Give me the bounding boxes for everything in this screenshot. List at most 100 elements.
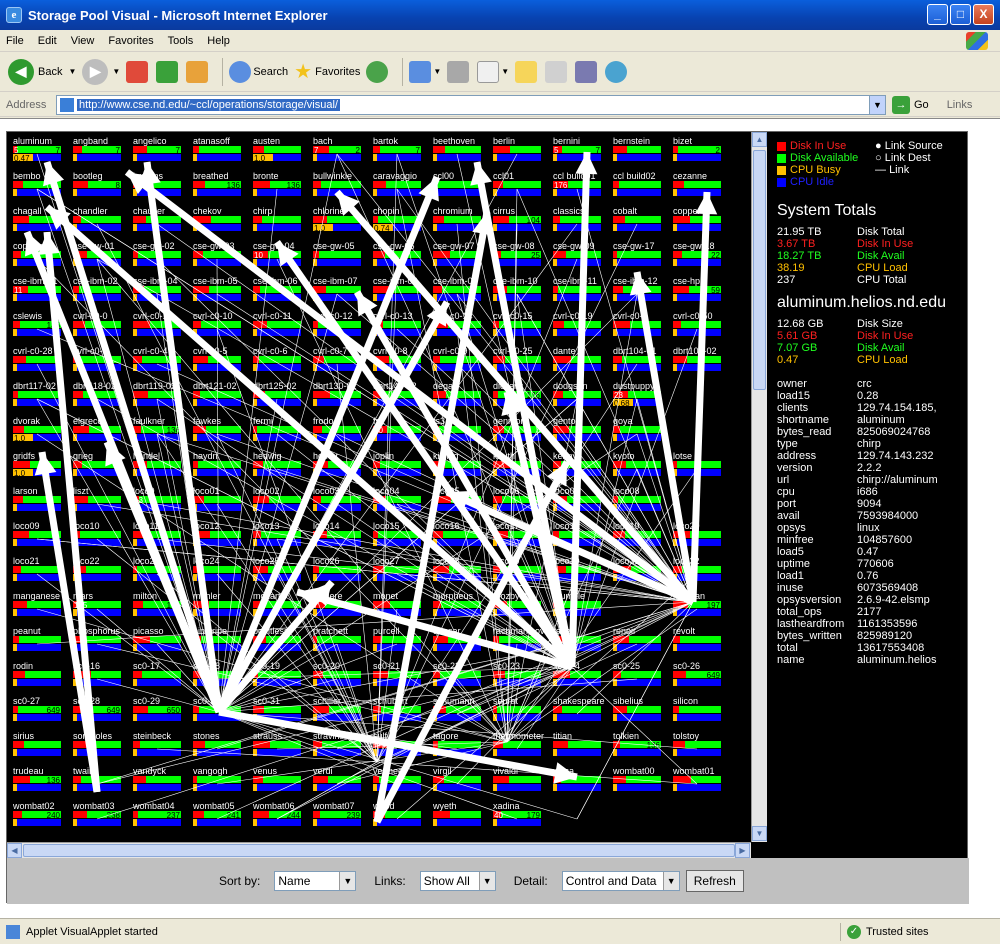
- storage-node[interactable]: sc0-27 649: [13, 696, 61, 721]
- storage-node[interactable]: wombat04237: [132, 801, 181, 826]
- menu-view[interactable]: View: [71, 35, 95, 47]
- print-button[interactable]: [447, 60, 471, 83]
- storage-node[interactable]: venus: [253, 766, 301, 791]
- refresh-button[interactable]: [156, 60, 180, 83]
- storage-node[interactable]: silicon: [673, 696, 721, 721]
- storage-node[interactable]: hedwig: [253, 451, 301, 476]
- close-button[interactable]: X: [973, 4, 994, 25]
- storage-node[interactable]: wombat05241: [192, 801, 241, 826]
- storage-node[interactable]: chandler: [73, 206, 121, 231]
- storage-node[interactable]: breathed136: [193, 171, 241, 196]
- scroll-down-button[interactable]: ▼: [752, 826, 767, 841]
- scroll-right-button[interactable]: ▶: [735, 843, 750, 858]
- storage-node[interactable]: cvrl-c0-11: [253, 311, 301, 336]
- storage-node[interactable]: trudeau136: [13, 766, 61, 791]
- storage-node[interactable]: beethoven: [433, 136, 481, 161]
- messenger-button[interactable]: [545, 60, 569, 83]
- storage-node[interactable]: cse-gw-17: [613, 241, 661, 266]
- storage-node[interactable]: berlin: [493, 136, 541, 161]
- research-button[interactable]: [575, 60, 599, 83]
- storage-node[interactable]: cse-hp 59: [673, 276, 721, 301]
- storage-node[interactable]: cse-ibm-07: [313, 276, 361, 301]
- menu-file[interactable]: File: [6, 35, 24, 47]
- storage-node[interactable]: dbrt121-02: [193, 381, 241, 406]
- storage-node[interactable]: dbrt117-02: [13, 381, 61, 406]
- storage-node[interactable]: bootleg 8: [73, 171, 121, 196]
- scroll-up-button[interactable]: ▲: [752, 132, 767, 147]
- storage-node[interactable]: peanut: [13, 626, 61, 651]
- storage-node[interactable]: austen 1.0: [253, 136, 301, 163]
- storage-node[interactable]: cse-gw-07: [433, 241, 481, 266]
- storage-node[interactable]: rodin: [13, 661, 61, 686]
- storage-node[interactable]: bernini5 7: [553, 136, 601, 161]
- scroll-left-button[interactable]: ◀: [7, 843, 22, 858]
- storage-node[interactable]: cvrl-c0-28: [13, 346, 61, 371]
- menu-tools[interactable]: Tools: [168, 35, 194, 47]
- storage-node[interactable]: tolstoy: [673, 731, 721, 756]
- storage-node[interactable]: cse-gw-09: [553, 241, 601, 266]
- storage-node[interactable]: wyeth: [432, 801, 481, 826]
- mail-button[interactable]: ▼: [409, 60, 441, 83]
- minimize-button[interactable]: _: [927, 4, 948, 25]
- sort-select[interactable]: Name ▼: [274, 871, 357, 891]
- vertical-scrollbar[interactable]: ▲ ▼: [751, 132, 767, 842]
- maximize-button[interactable]: □: [950, 4, 971, 25]
- edit-button[interactable]: ▼: [477, 60, 509, 83]
- storage-node[interactable]: revolt: [673, 626, 721, 651]
- storage-node[interactable]: shakespeare: [553, 696, 605, 721]
- storage-node[interactable]: xadina40 179: [493, 801, 541, 826]
- storage-node[interactable]: cvrl-c0-19: [553, 311, 601, 336]
- storage-node[interactable]: aluminum5 70.47: [13, 136, 61, 163]
- storage-node[interactable]: wombat07239: [312, 801, 361, 826]
- storage-node[interactable]: bernstein: [613, 136, 661, 161]
- stop-button[interactable]: [126, 60, 150, 83]
- storage-node[interactable]: verdi: [313, 766, 361, 791]
- storage-node[interactable]: joplin: [372, 451, 421, 476]
- storage-node[interactable]: loco10: [73, 521, 121, 546]
- storage-node[interactable]: virgil: [433, 766, 481, 791]
- storage-node[interactable]: wombat01: [672, 766, 721, 791]
- storage-node[interactable]: titian: [553, 731, 601, 756]
- menu-help[interactable]: Help: [207, 35, 230, 47]
- storage-node[interactable]: ccl build02: [613, 171, 661, 196]
- storage-node[interactable]: cse-gw-1822: [673, 241, 721, 266]
- search-button[interactable]: Search: [229, 60, 288, 83]
- storage-pool-visualization[interactable]: aluminum 5 7 0.47 angband 7 angelico 7 atanasoff…: [7, 132, 751, 842]
- storage-node[interactable]: sc0-25: [613, 661, 661, 686]
- storage-node[interactable]: manganese: [13, 591, 61, 616]
- storage-node[interactable]: vandyck: [133, 766, 181, 791]
- storage-node[interactable]: cvrl-c0-50: [673, 311, 721, 336]
- storage-node[interactable]: dvorak 1.0: [13, 416, 61, 443]
- storage-node[interactable]: sonoroles: [73, 731, 121, 756]
- storage-node[interactable]: angelico 7: [133, 136, 181, 161]
- storage-node[interactable]: cobalt: [613, 206, 661, 231]
- storage-node[interactable]: cse-gw-05: [313, 241, 361, 266]
- history-button[interactable]: [366, 60, 390, 83]
- storage-node[interactable]: cvrl-c0-2: [613, 311, 661, 336]
- storage-node[interactable]: bizet 2: [673, 136, 721, 161]
- address-url[interactable]: http://www.cse.nd.edu/~ccl/operations/st…: [77, 98, 340, 111]
- storage-node[interactable]: ccl build01176: [553, 171, 601, 196]
- go-button[interactable]: → Go: [892, 95, 929, 114]
- storage-node[interactable]: chirp: [253, 206, 301, 231]
- menu-edit[interactable]: Edit: [38, 35, 57, 47]
- storage-node[interactable]: chromium: [433, 206, 481, 231]
- storage-node[interactable]: goya: [613, 416, 661, 441]
- storage-node[interactable]: dbrt102-02: [673, 346, 721, 371]
- storage-node[interactable]: wombat06244: [252, 801, 301, 826]
- storage-node[interactable]: vangogh: [193, 766, 241, 791]
- refresh-applet-button[interactable]: Refresh: [685, 870, 744, 892]
- storage-node[interactable]: cse-ibm-11: [553, 276, 601, 301]
- storage-node[interactable]: sibelius: [613, 696, 661, 721]
- links-select[interactable]: Show All ▼: [419, 871, 496, 891]
- address-input[interactable]: http://www.cse.nd.edu/~ccl/operations/st…: [56, 94, 886, 115]
- forward-button[interactable]: ▶ ▼: [82, 58, 120, 85]
- storage-node[interactable]: loco21: [13, 556, 61, 581]
- storage-node[interactable]: dante: [553, 346, 601, 371]
- horizontal-scroll-thumb[interactable]: [23, 844, 735, 857]
- storage-node[interactable]: pratchett: [313, 626, 361, 651]
- storage-node[interactable]: cse-gw-0825: [493, 241, 541, 266]
- favorites-button[interactable]: ★ Favorites: [294, 59, 360, 84]
- storage-node[interactable]: bronte 136: [253, 171, 301, 196]
- horizontal-scrollbar[interactable]: ◀ ▶: [7, 842, 751, 858]
